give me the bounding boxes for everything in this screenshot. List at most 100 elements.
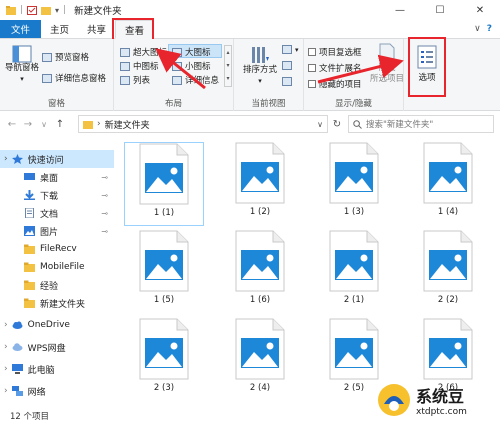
new-folder-icon[interactable] [41,6,52,15]
hidden-items-toggle[interactable]: 隐藏的项目 [308,78,362,90]
nav-pane-button[interactable]: 导航窗格 ▾ [4,45,40,85]
details-pane-button[interactable]: 详细信息窗格 [42,72,106,84]
forward-arrow-icon[interactable]: → [20,119,36,130]
extra-large-icons-button[interactable]: 超大图标 [120,46,167,58]
desktop-icon [24,172,35,182]
up-arrow-icon[interactable]: ↑ [52,119,68,130]
medium-icons-icon [120,61,130,71]
file-tile[interactable]: 1 (4) [408,142,488,226]
help-icon[interactable]: ? [487,24,492,34]
add-columns-button[interactable] [282,61,292,70]
file-tile[interactable]: 2 (3) [124,318,204,402]
file-tile[interactable]: 1 (3) [314,142,394,226]
small-icons-icon [172,61,182,71]
group-by-button[interactable]: ▾ [282,45,299,54]
file-tile[interactable]: 1 (2) [220,142,300,226]
refresh-icon[interactable]: ↻ [330,115,344,133]
watermark-name: 系统豆 [416,387,465,406]
file-tile[interactable]: 2 (2) [408,230,488,314]
chevron-down-icon: ▾ [295,45,299,54]
customize-toolbar-icon[interactable]: ▾ [55,6,59,15]
nav-item[interactable]: 新建文件夹 [0,294,114,312]
address-dropdown-icon[interactable]: ∨ [317,120,323,129]
file-tile[interactable]: 1 (5) [124,230,204,314]
large-icons-button[interactable]: 大图标 [172,46,211,58]
nav-item-label: WPS网盘 [27,343,66,354]
window-title: 新建文件夹 [74,6,122,17]
large-icons-icon [172,47,182,57]
search-icon [353,119,362,129]
close-button[interactable]: ✕ [460,0,500,20]
nav-item-label: MobileFile [40,262,85,272]
nav-item[interactable]: 下载 ⊸ [0,186,114,204]
list-button[interactable]: 列表 [120,74,150,86]
preview-pane-button[interactable]: 预览窗格 [42,51,89,63]
nav-item[interactable]: › WPS网盘 [0,338,114,356]
collapse-ribbon-icon[interactable]: ∨ [474,24,481,34]
quick-access-toolbar: | ▾ | [0,5,66,15]
nav-item[interactable]: MobileFile [0,258,114,276]
sort-by-button[interactable]: 排序方式 ▾ [240,45,280,87]
hide-label: 隐藏 [378,63,396,73]
nav-item[interactable]: 图片 ⊸ [0,222,114,240]
nav-item[interactable]: › 网络 [0,382,114,400]
watermark-logo-icon [378,384,410,416]
file-tile[interactable]: 2 (1) [314,230,394,314]
tab-share[interactable]: 共享 [78,20,115,38]
layout-scroll[interactable]: ▴ ▾ ▾ [224,45,232,87]
file-tile[interactable]: 1 (6) [220,230,300,314]
search-input[interactable]: 搜索"新建文件夹" [366,118,433,130]
expand-chevron-icon[interactable]: › [4,364,8,374]
expand-chevron-icon[interactable]: › [4,342,8,352]
image-file-icon [423,230,473,292]
title-bar: | ▾ | 新建文件夹 — ☐ ✕ [0,0,500,20]
minimize-button[interactable]: — [380,0,420,20]
address-bar[interactable]: › 新建文件夹 ∨ [78,115,328,133]
size-columns-button[interactable] [282,77,292,86]
nav-item[interactable]: › OneDrive [0,316,114,334]
extra-large-icons-icon [120,47,130,57]
image-file-icon [139,143,189,205]
expand-chevron-icon[interactable]: › [4,320,8,330]
item-checkbox-toggle[interactable]: 项目复选框 [308,46,362,58]
computer-icon [11,364,23,374]
hidden-items-label: 隐藏的项目 [319,80,362,90]
file-tile[interactable]: 1 (1) [124,142,204,226]
nav-item[interactable]: › 快速访问 [0,150,114,168]
back-arrow-icon[interactable]: ← [4,119,20,130]
tab-home[interactable]: 主页 [41,20,78,38]
nav-item[interactable]: 文档 ⊸ [0,204,114,222]
details-icon [172,75,182,85]
list-label: 列表 [133,76,151,86]
file-name: 1 (6) [249,295,271,305]
image-file-icon [139,318,189,380]
medium-icons-button[interactable]: 中图标 [120,60,159,72]
small-icons-button[interactable]: 小图标 [172,60,211,72]
breadcrumb-current[interactable]: 新建文件夹 [105,118,150,131]
recent-chevron-icon[interactable]: ∨ [36,120,52,129]
preview-pane-icon [42,52,52,62]
nav-item-label: 下载 [40,191,59,202]
properties-icon[interactable] [27,5,38,15]
file-list: 1 (1) 1 (2) 1 (3) 1 (4) 1 (5) 1 (6) 2 (1) 2 (2)… [118,136,500,404]
maximize-button[interactable]: ☐ [420,0,460,20]
folder-icon [24,298,35,308]
file-tile[interactable]: 2 (4) [220,318,300,402]
nav-item-label: 文档 [40,209,59,220]
hide-selected-button[interactable]: 隐藏 所选项目 [370,43,404,85]
folder-icon[interactable] [6,5,16,15]
nav-item[interactable]: 桌面 ⊸ [0,168,114,186]
document-icon [24,207,35,219]
expand-chevron-icon[interactable]: › [4,386,8,396]
file-name: 2 (3) [153,383,175,393]
details-button[interactable]: 详细信息 [172,74,219,86]
expand-chevron-icon[interactable]: › [4,154,8,164]
tab-file[interactable]: 文件 [0,20,42,38]
watermark: 系统豆 xtdptc.com [376,380,492,420]
file-extension-toggle[interactable]: 文件扩展名 [308,62,362,74]
nav-item[interactable]: FileRecv [0,240,114,258]
search-box[interactable]: 搜索"新建文件夹" [348,115,494,133]
add-columns-icon [282,61,292,70]
nav-item[interactable]: 经验 [0,276,114,294]
nav-item[interactable]: › 此电脑 [0,360,114,378]
